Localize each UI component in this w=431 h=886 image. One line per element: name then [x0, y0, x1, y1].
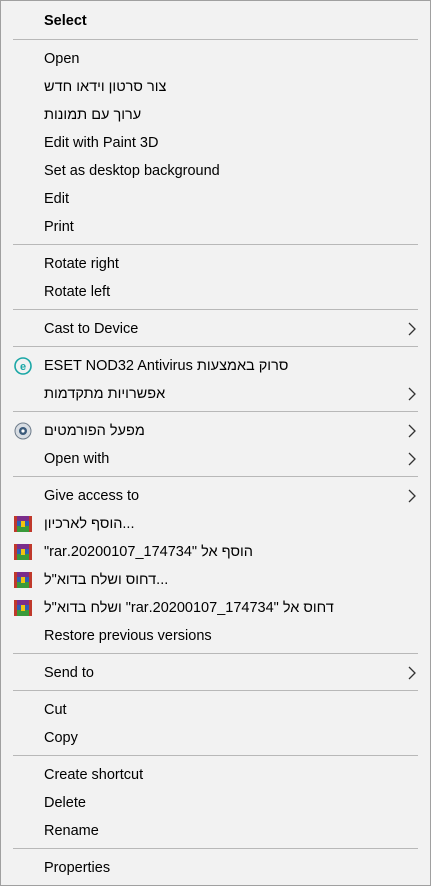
menu-item-add-archive[interactable]: ...הוסף לארכיון — [1, 510, 430, 538]
menu-item-label: Rotate left — [44, 284, 111, 300]
menu-item-label: סרוק באמצעות ESET NOD32 Antivirus — [44, 358, 289, 374]
separator — [13, 411, 418, 412]
chevron-right-icon — [407, 322, 417, 336]
chevron-right-icon — [407, 666, 417, 680]
menu-item-cast[interactable]: Cast to Device — [1, 315, 430, 343]
separator — [13, 653, 418, 654]
menu-item-add-to-rar[interactable]: הוסף אל "174734_20200107.rar" — [1, 538, 430, 566]
menu-item-open[interactable]: Open — [1, 45, 430, 73]
winrar-icon — [13, 598, 33, 618]
menu-item-label: ...הוסף לארכיון — [44, 516, 135, 532]
menu-item-advanced-options[interactable]: אפשרויות מתקדמות — [1, 380, 430, 408]
menu-item-label: Properties — [44, 860, 111, 876]
menu-item-select[interactable]: Select — [1, 7, 430, 35]
separator — [13, 848, 418, 849]
chevron-right-icon — [407, 387, 417, 401]
menu-item-label: אפשרויות מתקדמות — [44, 386, 166, 402]
eset-icon: e — [14, 357, 32, 375]
menu-item-label: הוסף אל "174734_20200107.rar" — [44, 544, 253, 560]
menu-item-format-factory[interactable]: מפעל הפורמטים — [1, 417, 430, 445]
menu-item-label: Set as desktop background — [44, 163, 220, 179]
menu-item-delete[interactable]: Delete — [1, 789, 430, 817]
menu-item-label: Give access to — [44, 488, 140, 504]
menu-item-rotate-right[interactable]: Rotate right — [1, 250, 430, 278]
menu-item-label: Open with — [44, 451, 110, 467]
menu-item-label: Print — [44, 219, 74, 235]
menu-item-give-access[interactable]: Give access to — [1, 482, 430, 510]
menu-item-label: Select — [44, 13, 87, 29]
menu-item-label: Rotate right — [44, 256, 119, 272]
menu-item-create-shortcut[interactable]: Create shortcut — [1, 761, 430, 789]
chevron-right-icon — [407, 424, 417, 438]
menu-item-label: Edit — [44, 191, 69, 207]
menu-item-label: Rename — [44, 823, 99, 839]
menu-item-print[interactable]: Print — [1, 213, 430, 241]
menu-item-compress-email[interactable]: ...דחוס ושלח בדוא"ל — [1, 566, 430, 594]
separator — [13, 476, 418, 477]
menu-item-label: מפעל הפורמטים — [44, 423, 145, 439]
menu-item-edit[interactable]: Edit — [1, 185, 430, 213]
menu-item-label: Cast to Device — [44, 321, 139, 337]
menu-item-label: ערוך עם תמונות — [44, 107, 142, 123]
menu-item-new-video[interactable]: צור סרטון וידאו חדש — [1, 73, 430, 101]
menu-item-label: Delete — [44, 795, 86, 811]
separator — [13, 309, 418, 310]
menu-item-rename[interactable]: Rename — [1, 817, 430, 845]
winrar-icon — [13, 514, 33, 534]
chevron-right-icon — [407, 489, 417, 503]
menu-item-rotate-left[interactable]: Rotate left — [1, 278, 430, 306]
menu-item-label: Edit with Paint 3D — [44, 135, 159, 151]
separator — [13, 346, 418, 347]
menu-item-label: Open — [44, 51, 80, 67]
menu-item-cut[interactable]: Cut — [1, 696, 430, 724]
menu-item-label: Create shortcut — [44, 767, 144, 783]
chevron-right-icon — [407, 452, 417, 466]
menu-item-label: צור סרטון וידאו חדש — [44, 79, 167, 95]
format-factory-icon — [14, 422, 32, 440]
winrar-icon — [13, 570, 33, 590]
menu-item-properties[interactable]: Properties — [1, 854, 430, 882]
menu-item-label: דחוס אל "174734_20200107.rar" ושלח בדוא"… — [44, 600, 334, 616]
menu-item-label: Copy — [44, 730, 78, 746]
context-menu: Select Open צור סרטון וידאו חדש ערוך עם … — [0, 0, 431, 886]
menu-item-label: Restore previous versions — [44, 628, 212, 644]
winrar-icon — [13, 542, 33, 562]
separator — [13, 755, 418, 756]
separator — [13, 244, 418, 245]
menu-item-label: Send to — [44, 665, 94, 681]
menu-item-edit-photos[interactable]: ערוך עם תמונות — [1, 101, 430, 129]
separator — [13, 39, 418, 40]
menu-item-open-with[interactable]: Open with — [1, 445, 430, 473]
separator — [13, 690, 418, 691]
svg-text:e: e — [20, 361, 26, 373]
menu-item-label: Cut — [44, 702, 67, 718]
menu-item-eset-scan[interactable]: e סרוק באמצעות ESET NOD32 Antivirus — [1, 352, 430, 380]
menu-item-edit-paint3d[interactable]: Edit with Paint 3D — [1, 129, 430, 157]
menu-item-copy[interactable]: Copy — [1, 724, 430, 752]
menu-item-compress-rar-email[interactable]: דחוס אל "174734_20200107.rar" ושלח בדוא"… — [1, 594, 430, 622]
menu-item-set-background[interactable]: Set as desktop background — [1, 157, 430, 185]
menu-item-restore-versions[interactable]: Restore previous versions — [1, 622, 430, 650]
menu-item-send-to[interactable]: Send to — [1, 659, 430, 687]
menu-item-label: ...דחוס ושלח בדוא"ל — [44, 572, 169, 588]
